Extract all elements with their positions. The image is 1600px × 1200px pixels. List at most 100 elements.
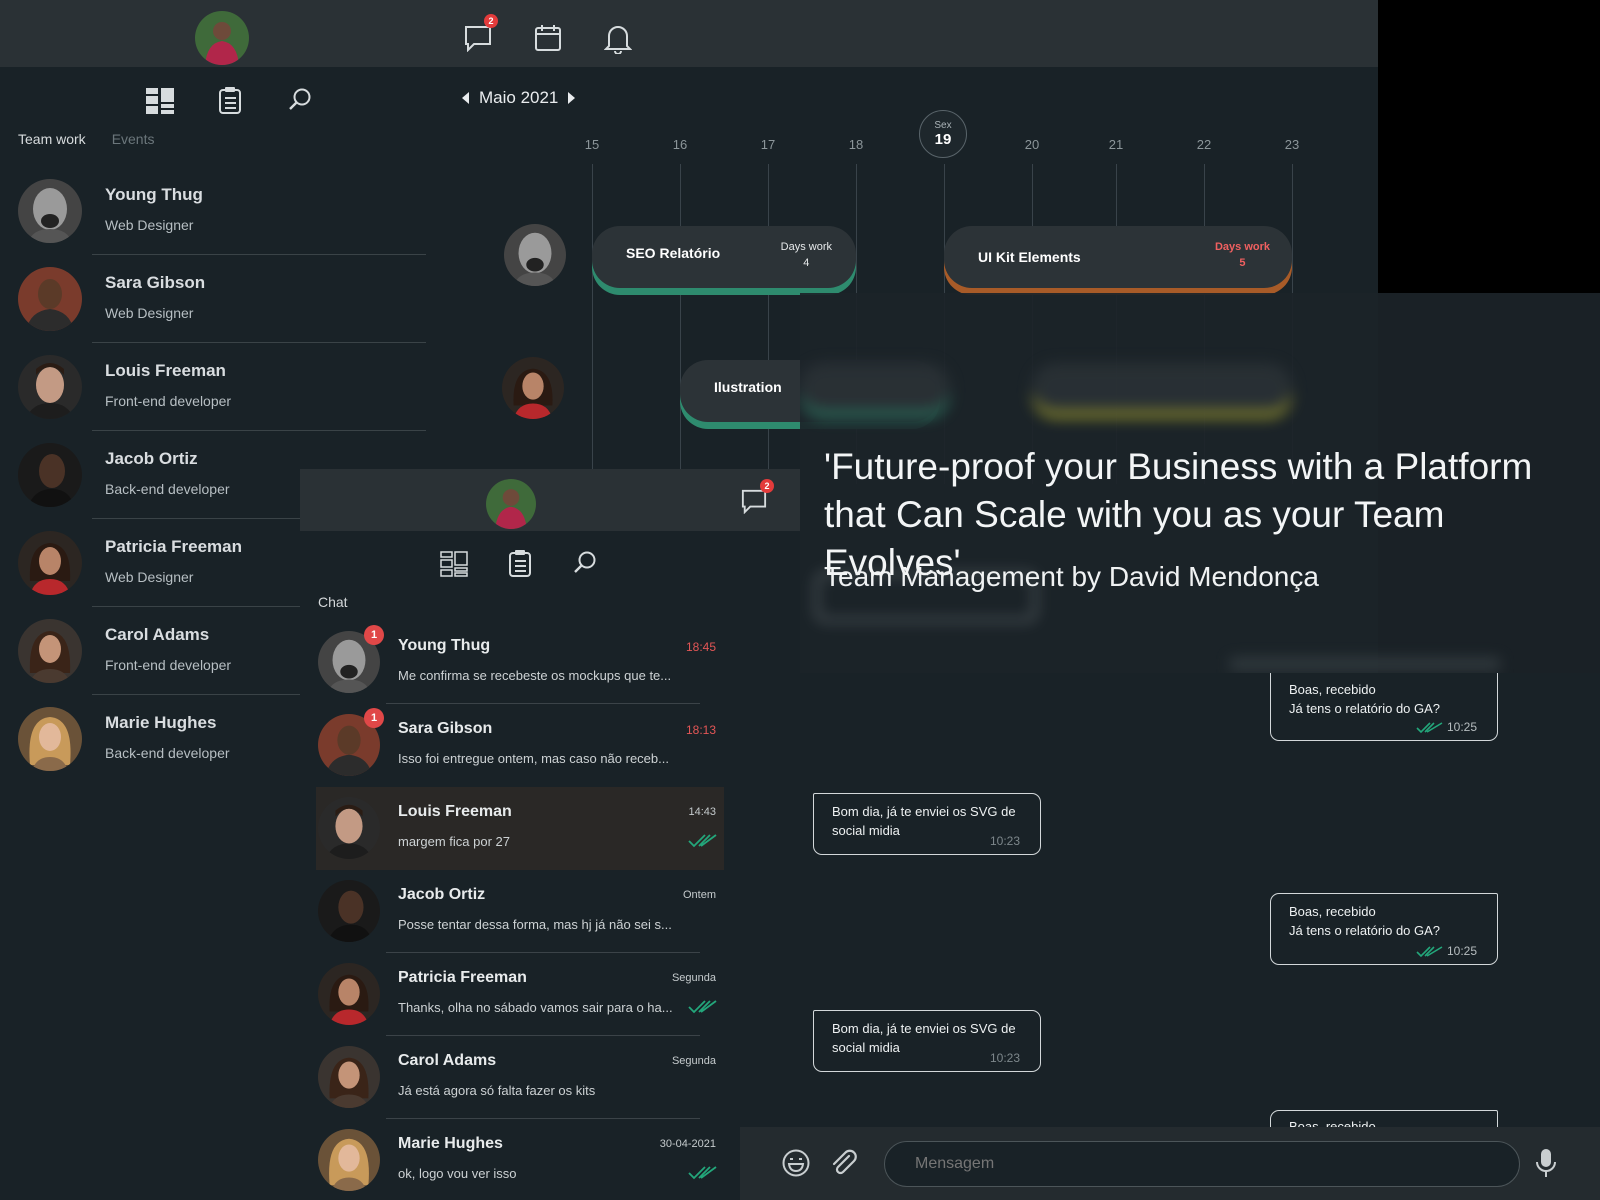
days-work: Days work 4	[781, 239, 832, 271]
chat-avatar	[318, 1129, 380, 1191]
conversation-pane: Boas, recebido Já tens o relatório do GA…	[800, 673, 1600, 1200]
section-title: Chat	[318, 594, 348, 610]
message-line: Já tens o relatório do GA?	[1289, 923, 1441, 938]
messages-badge: 2	[760, 479, 774, 493]
sidebar-toolbar	[140, 82, 330, 118]
next-month-icon[interactable]	[568, 92, 576, 104]
dashboard-icon[interactable]	[439, 549, 469, 579]
chat-item[interactable]: 1 Sara Gibson Isso foi entregue ontem, m…	[316, 704, 724, 787]
tab-team-work[interactable]: Team work	[18, 131, 86, 147]
member-avatar	[18, 707, 82, 771]
chat-item[interactable]: Marie Hughes ok, logo vou ver isso 30-04…	[316, 1119, 724, 1200]
emoji-icon[interactable]	[780, 1147, 812, 1179]
days-work-count: 5	[1239, 257, 1246, 269]
blurred-task-bar	[800, 363, 950, 411]
row-avatar	[502, 357, 564, 419]
blurred-bubble	[1230, 658, 1500, 670]
message-time: 10:25	[1416, 942, 1477, 961]
messages-icon[interactable]: 2	[738, 479, 774, 517]
member-avatar	[18, 267, 82, 331]
unread-badge: 1	[364, 708, 384, 728]
message-time-text: 10:25	[1446, 944, 1477, 958]
member-role: Web Designer	[105, 569, 194, 585]
message-time: 10:25	[1416, 718, 1477, 737]
search-icon[interactable]	[570, 548, 600, 578]
day-gridline	[680, 164, 681, 484]
team-member[interactable]: Sara Gibson Web Designer	[0, 255, 430, 343]
message-line: Já tens o relatório do GA?	[1289, 701, 1441, 716]
current-user-avatar[interactable]	[195, 11, 249, 65]
chat-time: 18:45	[685, 640, 716, 654]
task-bar[interactable]: UI Kit Elements Days work 5	[944, 226, 1292, 288]
message-line: Boas, recebido	[1289, 904, 1376, 919]
clipboard-icon[interactable]	[505, 548, 535, 578]
member-avatar	[18, 531, 82, 595]
current-user-avatar[interactable]	[486, 479, 536, 529]
message-line: Bom dia, já te enviei os SVG de	[832, 1021, 1016, 1036]
member-name: Young Thug	[105, 185, 203, 204]
bell-icon[interactable]	[600, 20, 636, 56]
chat-time: 18:13	[685, 723, 716, 737]
member-name: Sara Gibson	[105, 273, 206, 292]
microphone-icon[interactable]	[1530, 1147, 1562, 1179]
desktop-topbar: 2	[0, 0, 1378, 67]
team-member[interactable]: Louis Freeman Front-end developer	[0, 343, 430, 431]
day-label: 20	[1024, 137, 1040, 152]
chat-item[interactable]: 1 Young Thug Me confirma se recebeste os…	[316, 621, 724, 704]
message-input[interactable]	[884, 1141, 1520, 1187]
message-time-text: 10:25	[1446, 720, 1477, 734]
today-weekday: Sex	[934, 120, 952, 131]
task-name: SEO Relatório	[626, 245, 721, 261]
chat-preview: Me confirma se recebeste os mockups que …	[398, 668, 672, 683]
message-time: 10:23	[989, 834, 1020, 848]
day-gridline	[768, 164, 769, 484]
messages-icon[interactable]: 2	[460, 14, 498, 56]
clipboard-icon[interactable]	[215, 85, 245, 115]
read-ticks-icon	[1416, 722, 1443, 733]
unread-badge: 1	[364, 625, 384, 645]
read-ticks-icon	[688, 1165, 718, 1186]
member-avatar	[18, 619, 82, 683]
chat-avatar	[318, 1046, 380, 1108]
month-navigator: Maio 2021	[462, 88, 576, 108]
team-member[interactable]: Young Thug Web Designer	[0, 167, 430, 255]
search-icon[interactable]	[285, 85, 315, 115]
task-bar[interactable]: SEO Relatório Days work 4	[592, 226, 856, 288]
chat-time: 14:43	[688, 806, 716, 818]
prev-month-icon[interactable]	[462, 92, 469, 104]
month-label: Maio 2021	[479, 88, 559, 107]
chat-preview: Já está agora só falta fazer os kits	[398, 1083, 596, 1098]
tab-events[interactable]: Events	[112, 131, 155, 147]
chat-time: Segunda	[671, 972, 716, 984]
hero-subtitle: Team Management by David Mendonça	[824, 561, 1319, 592]
chat-name: Louis Freeman	[398, 803, 512, 820]
day-label: 18	[848, 137, 864, 152]
mobile-toolbar	[435, 547, 615, 579]
message-bubble-outgoing: Boas, recebido Já tens o relatório do GA…	[1270, 893, 1498, 965]
chat-name: Sara Gibson	[398, 720, 493, 737]
today-day: 19	[934, 131, 952, 148]
chat-item[interactable]: Jacob Ortiz Posse tentar dessa forma, ma…	[316, 870, 724, 953]
message-bubble-incoming: Bom dia, já te enviei os SVG de social m…	[813, 1010, 1041, 1072]
chat-item[interactable]: Carol Adams Já está agora só falta fazer…	[316, 1036, 724, 1119]
member-avatar	[18, 443, 82, 507]
day-label: 17	[760, 137, 776, 152]
chat-avatar	[318, 963, 380, 1025]
chat-avatar	[318, 880, 380, 942]
day-label: 15	[584, 137, 600, 152]
message-bubble-outgoing: Boas, recebido Já tens o relatório do GA…	[1270, 673, 1498, 741]
member-name: Marie Hughes	[105, 713, 217, 732]
chat-preview: Isso foi entregue ontem, mas caso não re…	[398, 751, 669, 766]
message-composer	[740, 1127, 1600, 1200]
day-label: 16	[672, 137, 688, 152]
attachment-icon[interactable]	[828, 1147, 860, 1179]
today-marker[interactable]: Sex 19	[919, 110, 967, 158]
sidebar-tabs: Team work Events	[18, 131, 155, 147]
chat-preview: Posse tentar dessa forma, mas hj já não …	[398, 917, 672, 932]
calendar-icon[interactable]	[530, 20, 566, 56]
dashboard-icon[interactable]	[145, 86, 175, 116]
chat-item[interactable]: Louis Freeman margem fica por 27 14:43	[316, 787, 724, 870]
chat-item[interactable]: Patricia Freeman Thanks, olha no sábado …	[316, 953, 724, 1036]
days-work-count: 4	[803, 257, 810, 269]
day-label: 21	[1108, 137, 1124, 152]
